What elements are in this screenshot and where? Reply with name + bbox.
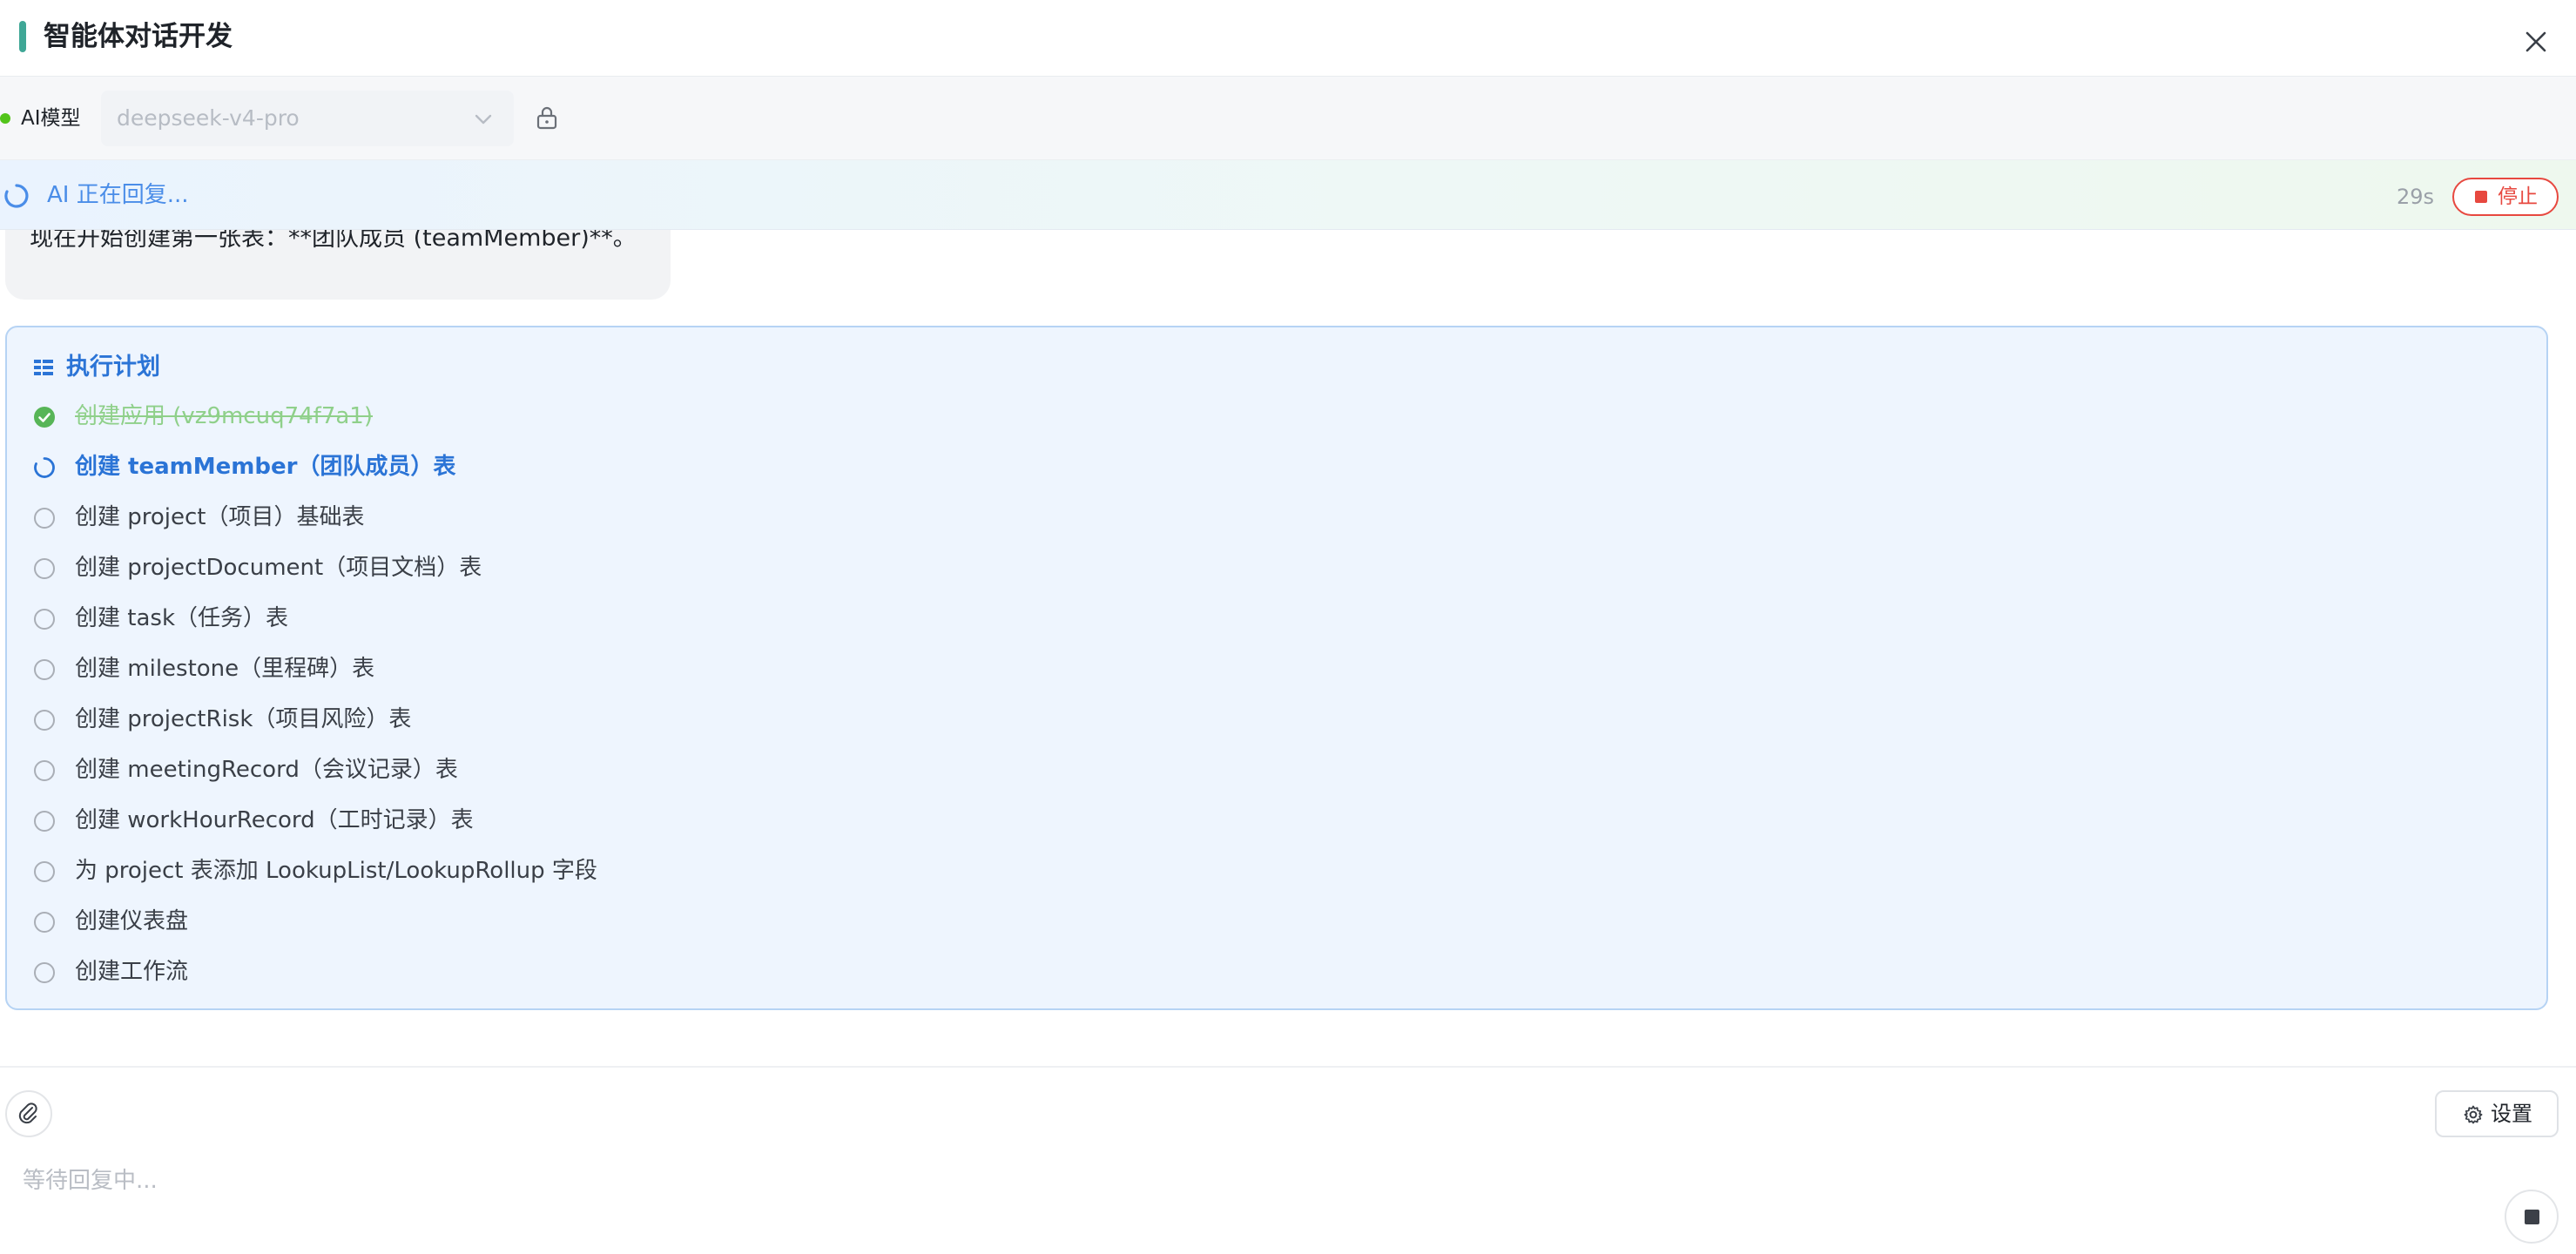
- dialog-title: 智能体对话开发: [44, 21, 233, 52]
- plan-step-pending: 创建 meetingRecord（会议记录）表: [33, 752, 2524, 787]
- loading-icon: [34, 457, 55, 478]
- attach-button[interactable]: [5, 1090, 52, 1137]
- plan-step-label: 创建 meetingRecord（会议记录）表: [75, 757, 458, 783]
- check-circle-icon: [34, 407, 55, 428]
- pending-circle-icon: [34, 811, 55, 832]
- close-button[interactable]: [2519, 24, 2553, 59]
- plan-step-label: 创建应用 (vz9mcuq74f7a1): [75, 403, 373, 429]
- ai-status-bar: AI 正在回复... 29s 停止: [0, 160, 2576, 230]
- model-status-dot: [0, 113, 10, 124]
- ai-status-text: AI 正在回复...: [47, 182, 189, 208]
- settings-button[interactable]: 设置: [2435, 1090, 2559, 1137]
- plan-title: 执行计划: [66, 354, 160, 381]
- plan-step-pending: 为 project 表添加 LookupList/LookupRollup 字段: [33, 853, 2524, 888]
- model-select[interactable]: deepseek-v4-pro: [101, 91, 514, 146]
- stop-generation-button[interactable]: [2505, 1190, 2559, 1244]
- pending-circle-icon: [34, 912, 55, 933]
- pending-circle-icon: [34, 861, 55, 882]
- elapsed-time: 29s: [2397, 185, 2435, 209]
- pending-circle-icon: [34, 508, 55, 529]
- gear-icon: [2464, 1105, 2483, 1124]
- pending-circle-icon: [34, 609, 55, 630]
- model-bar: AI模型 deepseek-v4-pro: [0, 77, 2576, 160]
- lock-icon[interactable]: [535, 104, 559, 131]
- pending-circle-icon: [34, 659, 55, 680]
- plan-step-active: 创建 teamMember（团队成员）表: [33, 449, 2524, 484]
- close-icon: [2525, 31, 2546, 52]
- plan-step-label: 创建 task（任务）表: [75, 605, 288, 631]
- dialog-header: 智能体对话开发: [0, 0, 2576, 77]
- model-label: AI模型: [21, 107, 81, 130]
- plan-step-pending: 创建 workHourRecord（工时记录）表: [33, 803, 2524, 838]
- stop-button[interactable]: 停止: [2452, 178, 2559, 216]
- plan-step-label: 创建 project（项目）基础表: [75, 504, 365, 530]
- plan-step-pending: 创建 projectRisk（项目风险）表: [33, 702, 2524, 737]
- pending-circle-icon: [34, 760, 55, 781]
- plan-step-label: 创建 milestone（里程碑）表: [75, 656, 375, 682]
- pending-circle-icon: [34, 558, 55, 579]
- plan-step-label: 创建工作流: [75, 959, 189, 985]
- pending-circle-icon: [34, 962, 55, 983]
- plan-step-label: 为 project 表添加 LookupList/LookupRollup 字段: [75, 858, 597, 884]
- plan-list-icon: [34, 360, 53, 375]
- pending-circle-icon: [34, 710, 55, 731]
- plan-step-pending: 创建 milestone（里程碑）表: [33, 651, 2524, 686]
- plan-step-label: 创建 teamMember（团队成员）表: [75, 454, 456, 480]
- paperclip-icon: [18, 1102, 37, 1124]
- plan-step-pending: 创建 projectDocument（项目文档）表: [33, 550, 2524, 585]
- plan-step-pending: 创建 task（任务）表: [33, 601, 2524, 636]
- spinner-icon: [4, 184, 29, 208]
- chevron-down-icon: [475, 114, 492, 125]
- plan-step-label: 创建 projectRisk（项目风险）表: [75, 706, 412, 732]
- composer-divider: [0, 1066, 2576, 1068]
- model-select-value: deepseek-v4-pro: [117, 105, 300, 131]
- title-accent-bar: [19, 21, 26, 52]
- settings-button-label: 设置: [2491, 1102, 2532, 1126]
- plan-step-label: 创建 projectDocument（项目文档）表: [75, 555, 482, 581]
- plan-step-pending: 创建 project（项目）基础表: [33, 500, 2524, 535]
- plan-step-label: 创建仪表盘: [75, 908, 189, 934]
- stop-button-label: 停止: [2498, 185, 2538, 208]
- plan-step-pending: 创建工作流: [33, 954, 2524, 989]
- plan-step-pending: 创建仪表盘: [33, 904, 2524, 939]
- stop-square-icon: [2475, 191, 2487, 203]
- execution-plan-card: 执行计划 创建应用 (vz9mcuq74f7a1) 创建 teamMember（团…: [5, 326, 2548, 1010]
- plan-step-label: 创建 workHourRecord（工时记录）表: [75, 807, 474, 833]
- message-input[interactable]: [7, 1160, 2411, 1202]
- plan-step-done: 创建应用 (vz9mcuq74f7a1): [33, 399, 2524, 434]
- stop-icon: [2525, 1210, 2539, 1224]
